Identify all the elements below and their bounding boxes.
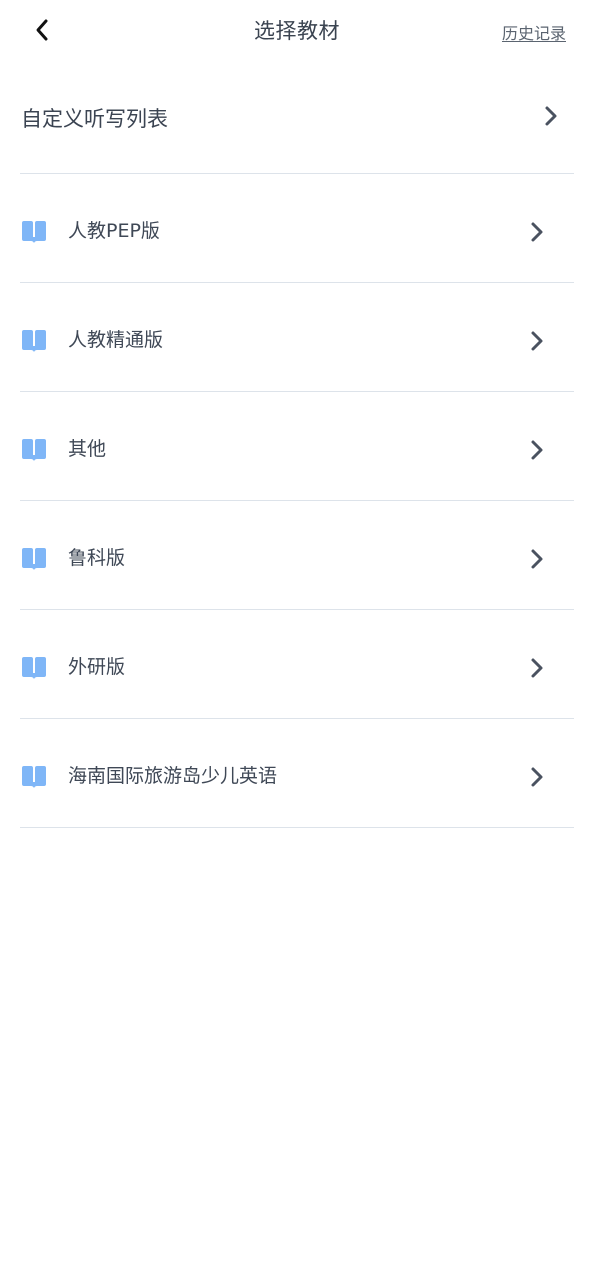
textbook-list: 人教PEP版 人教精通版 其他 鲁科版 外研版 海南国际旅游岛少儿英语 — [20, 174, 574, 828]
textbook-label: 鲁科版 — [68, 547, 126, 569]
book-icon — [22, 221, 46, 243]
custom-dictation-list-label: 自定义听写列表 — [21, 107, 168, 131]
textbook-item[interactable]: 鲁科版 — [20, 501, 574, 610]
chevron-right-icon — [531, 440, 543, 460]
book-icon — [22, 439, 46, 461]
textbook-item[interactable]: 人教PEP版 — [20, 174, 574, 283]
textbook-label: 外研版 — [68, 656, 126, 678]
book-icon — [22, 766, 46, 788]
book-icon — [22, 548, 46, 570]
textbook-item[interactable]: 其他 — [20, 392, 574, 501]
textbook-label: 人教PEP版 — [68, 220, 160, 242]
chevron-right-icon — [531, 658, 543, 678]
textbook-item[interactable]: 人教精通版 — [20, 283, 574, 392]
chevron-right-icon — [531, 222, 543, 242]
textbook-label: 其他 — [68, 438, 107, 460]
history-link[interactable]: 历史记录 — [502, 20, 566, 44]
custom-dictation-list-row[interactable]: 自定义听写列表 — [20, 62, 574, 174]
book-icon — [22, 657, 46, 679]
textbook-item[interactable]: 外研版 — [20, 610, 574, 719]
chevron-right-icon — [531, 331, 543, 351]
chevron-right-icon — [545, 106, 557, 126]
header-bar: 选择教材 历史记录 — [0, 0, 594, 62]
chevron-right-icon — [531, 549, 543, 569]
chevron-right-icon — [531, 767, 543, 787]
textbook-label: 海南国际旅游岛少儿英语 — [68, 765, 278, 787]
textbook-label: 人教精通版 — [68, 329, 164, 351]
book-icon — [22, 330, 46, 352]
textbook-item[interactable]: 海南国际旅游岛少儿英语 — [20, 719, 574, 828]
